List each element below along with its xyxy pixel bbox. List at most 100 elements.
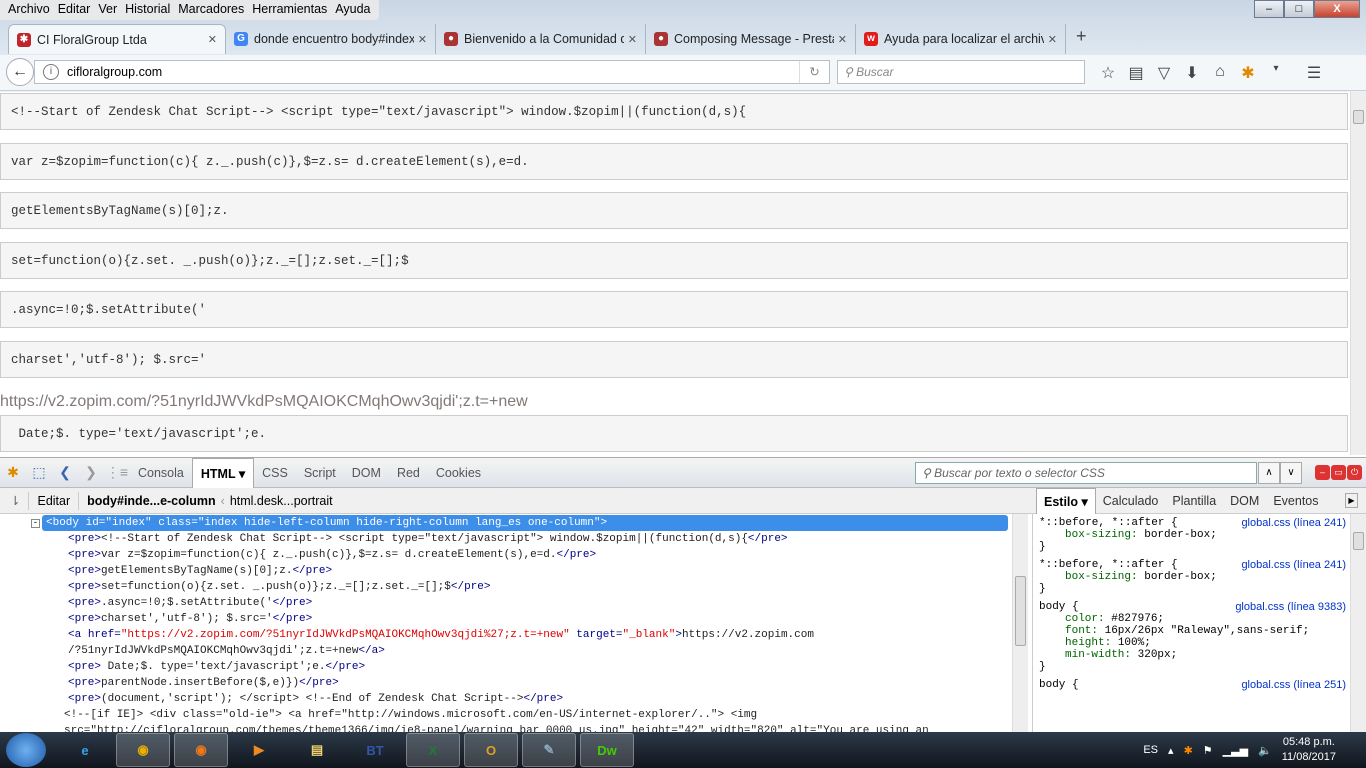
- side-tab-dom[interactable]: DOM: [1223, 488, 1266, 514]
- panel-tab-red[interactable]: Red: [389, 458, 428, 488]
- start-button[interactable]: [6, 733, 46, 767]
- reload-icon[interactable]: ↻: [799, 61, 829, 83]
- back-button[interactable]: ←: [6, 58, 34, 86]
- page-scrollbar[interactable]: [1350, 92, 1366, 455]
- taskbar-dreamweaver-icon[interactable]: Dw: [580, 733, 634, 767]
- breadcrumb-html[interactable]: html.desk...portrait: [230, 494, 333, 508]
- firebug-icon[interactable]: ✱: [0, 464, 26, 481]
- breadcrumb-body[interactable]: body#inde...e-column: [87, 494, 216, 508]
- download-icon[interactable]: ⬇: [1178, 63, 1206, 83]
- maximize-button[interactable]: □: [1284, 0, 1314, 18]
- dropdown-icon[interactable]: ▾: [1262, 63, 1290, 83]
- collapse-icon[interactable]: -: [31, 519, 40, 528]
- tree-node[interactable]: <pre>charset','utf-8'); $.src='</pre>: [68, 611, 312, 627]
- bookmark-star-icon[interactable]: ☆: [1094, 63, 1122, 83]
- tree-node[interactable]: <pre><!--Start of Zendesk Chat Script-->…: [68, 531, 788, 547]
- tree-node[interactable]: src="http://cifloralgroup.com/themes/the…: [64, 723, 929, 732]
- css-property[interactable]: min-width: 320px;: [1039, 649, 1360, 661]
- side-tab-plantilla[interactable]: Plantilla: [1165, 488, 1223, 514]
- devtools-close-button[interactable]: ⏻: [1347, 465, 1362, 480]
- menu-historial[interactable]: Historial: [121, 0, 174, 20]
- url-bar[interactable]: i cifloralgroup.com ↻: [34, 60, 830, 84]
- tree-node[interactable]: <a href="https://v2.zopim.com/?51nyrIdJW…: [68, 627, 814, 643]
- css-source-link[interactable]: global.css (línea 251): [1241, 679, 1346, 691]
- side-tab-eventos[interactable]: Eventos: [1266, 488, 1325, 514]
- inspect-icon[interactable]: ⬚: [26, 464, 52, 481]
- taskbar-bartender-icon[interactable]: BT: [348, 733, 402, 767]
- panel-tab-cookies[interactable]: Cookies: [428, 458, 489, 488]
- css-source-link[interactable]: global.css (línea 241): [1241, 517, 1346, 529]
- tab-close-icon[interactable]: ✕: [1048, 33, 1057, 46]
- home-icon[interactable]: ⌂: [1206, 63, 1234, 83]
- back-icon[interactable]: ❮: [52, 464, 78, 481]
- tree-node[interactable]: <pre> Date;$. type='text/javascript';e.<…: [68, 659, 365, 675]
- menu-archivo[interactable]: Archivo: [4, 0, 54, 20]
- firebug-icon[interactable]: ✱: [1234, 63, 1262, 83]
- language-indicator[interactable]: ES: [1143, 744, 1158, 756]
- reading-list-icon[interactable]: ▤: [1122, 63, 1150, 83]
- forward-icon[interactable]: ❯: [78, 464, 104, 481]
- css-source-link[interactable]: global.css (línea 9383): [1235, 601, 1346, 613]
- tab-3[interactable]: ● Composing Message - PrestaShop ✕: [646, 24, 856, 54]
- devtools-search-input[interactable]: ⚲ Buscar por texto o selector CSS: [915, 462, 1257, 484]
- close-button[interactable]: X: [1314, 0, 1360, 18]
- tab-close-icon[interactable]: ✕: [208, 33, 217, 46]
- next-match-button[interactable]: ∨: [1280, 462, 1302, 484]
- break-on-mutation-icon[interactable]: ⇂: [10, 493, 20, 508]
- flag-icon[interactable]: ⚑: [1203, 744, 1213, 757]
- taskbar-notes-icon[interactable]: ✎: [522, 733, 576, 767]
- taskbar-internet-explorer-icon[interactable]: e: [58, 733, 112, 767]
- tree-node[interactable]: <pre>(document,'script'); </script> <!--…: [68, 691, 563, 707]
- tray-expand-icon[interactable]: ▴: [1168, 744, 1174, 757]
- taskbar-media-player-icon[interactable]: ▶: [232, 733, 286, 767]
- css-property[interactable]: box-sizing: border-box;: [1039, 571, 1360, 583]
- avast-icon[interactable]: ✱: [1184, 744, 1193, 757]
- more-tabs-icon[interactable]: ▶: [1345, 493, 1358, 508]
- panel-tab-html[interactable]: HTML ▾: [191, 457, 255, 488]
- taskbar-chrome-icon[interactable]: ◉: [116, 733, 170, 767]
- devtools-detach-button[interactable]: ▭: [1331, 465, 1346, 480]
- tree-node[interactable]: <pre>getElementsByTagName(s)[0];z.</pre>: [68, 563, 332, 579]
- info-icon[interactable]: i: [43, 64, 59, 80]
- tree-scrollbar[interactable]: [1012, 514, 1028, 732]
- tree-node[interactable]: <body id="index" class="index hide-left-…: [42, 515, 1008, 531]
- pocket-icon[interactable]: ▽: [1150, 63, 1178, 83]
- panel-tab-css[interactable]: CSS: [254, 458, 296, 488]
- taskbar-firefox-icon[interactable]: ◉: [174, 733, 228, 767]
- clock[interactable]: 05:48 p.m. 11/08/2017: [1282, 735, 1336, 765]
- taskbar-outlook-icon[interactable]: O: [464, 733, 518, 767]
- menu-ayuda[interactable]: Ayuda: [331, 0, 374, 20]
- tab-4[interactable]: w Ayuda para localizar el archivo ✕: [856, 24, 1066, 54]
- tree-node[interactable]: <!--[if IE]> <div class="old-ie"> <a hre…: [64, 707, 757, 723]
- command-line-icon[interactable]: ⋮≡: [104, 464, 130, 481]
- tree-node[interactable]: <pre>parentNode.insertBefore($,e)})</pre…: [68, 675, 339, 691]
- menu-editar[interactable]: Editar: [54, 0, 95, 20]
- prev-match-button[interactable]: ∧: [1258, 462, 1280, 484]
- network-icon[interactable]: ▁▃▅: [1223, 744, 1248, 757]
- panel-tab-dom[interactable]: DOM: [344, 458, 389, 488]
- css-property[interactable]: height: 100%;: [1039, 637, 1360, 649]
- zopim-link[interactable]: https://v2.zopim.com/?51nyrIdJWVkdPsMQAI…: [0, 393, 528, 411]
- style-scrollbar[interactable]: [1350, 514, 1366, 732]
- tree-node[interactable]: <pre>var z=$zopim=function(c){ z._.push(…: [68, 547, 596, 563]
- panel-tab-consola[interactable]: Consola: [130, 458, 192, 488]
- css-property[interactable]: box-sizing: border-box;: [1039, 529, 1360, 541]
- tab-2[interactable]: ● Bienvenido a la Comunidad de ✕: [436, 24, 646, 54]
- menu-ver[interactable]: Ver: [94, 0, 121, 20]
- taskbar-file-explorer-icon[interactable]: ▤: [290, 733, 344, 767]
- tree-node[interactable]: /?51nyrIdJWVkdPsMQAIOKCMqhOwv3qjdi';z.t=…: [68, 643, 385, 659]
- menu-icon[interactable]: ☰: [1300, 63, 1328, 83]
- new-tab-button[interactable]: +: [1066, 24, 1097, 54]
- minimize-button[interactable]: –: [1254, 0, 1284, 18]
- css-source-link[interactable]: global.css (línea 241): [1241, 559, 1346, 571]
- css-property[interactable]: font: 16px/26px "Raleway",sans-serif;: [1039, 625, 1360, 637]
- tab-0[interactable]: ✱ CI FloralGroup Ltda ✕: [8, 24, 226, 54]
- side-tab-calculado[interactable]: Calculado: [1096, 488, 1166, 514]
- edit-button[interactable]: Editar: [37, 494, 70, 508]
- tab-1[interactable]: Gdonde encuentro body#index ✕: [226, 24, 436, 54]
- menu-marcadores[interactable]: Marcadores: [174, 0, 248, 20]
- devtools-minimize-button[interactable]: –: [1315, 465, 1330, 480]
- panel-tab-script[interactable]: Script: [296, 458, 344, 488]
- search-input[interactable]: ⚲ Buscar: [837, 60, 1085, 84]
- menu-herramientas[interactable]: Herramientas: [248, 0, 331, 20]
